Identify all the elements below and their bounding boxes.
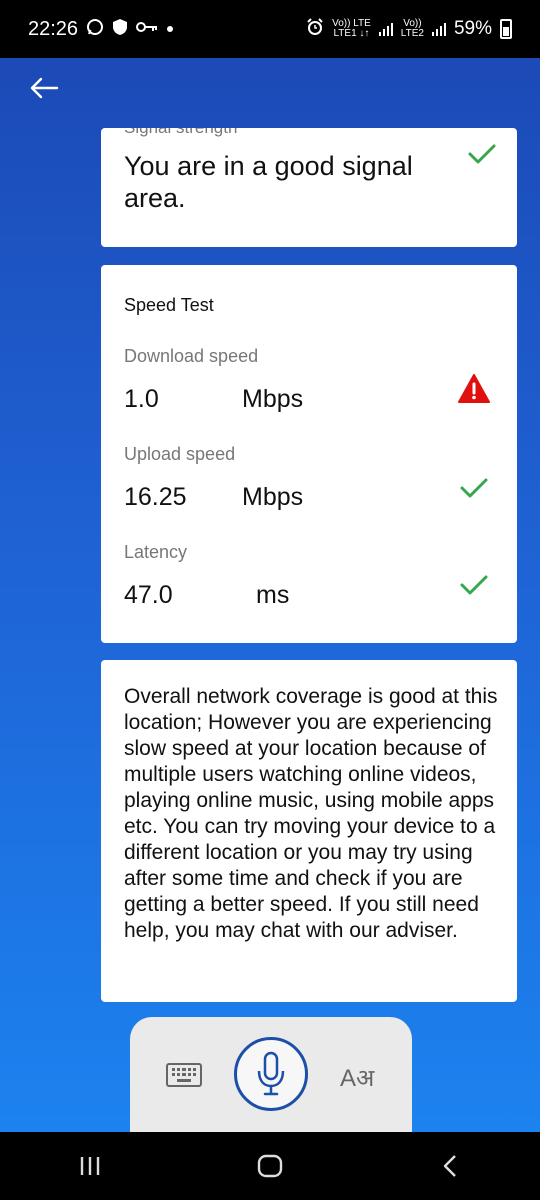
recents-button[interactable]	[60, 1141, 120, 1191]
alarm-icon	[306, 18, 324, 40]
shield-icon	[112, 18, 128, 40]
latency-label: Latency	[124, 542, 188, 562]
system-back-button[interactable]	[420, 1141, 480, 1191]
network-advice-card: Overall network coverage is good at this…	[101, 660, 517, 1002]
battery-icon	[500, 19, 512, 39]
signal-strength-card: Signal strength You are in a good signal…	[101, 128, 517, 247]
download-label: Download speed	[124, 346, 259, 366]
input-bar: Aअ	[130, 1017, 412, 1137]
back-chevron-icon	[443, 1155, 456, 1177]
download-value: 1.0	[124, 385, 159, 413]
signal-strength-label: Signal strength	[124, 128, 237, 138]
notification-dot-icon	[166, 21, 174, 37]
check-icon	[459, 474, 489, 508]
arrow-left-icon	[30, 77, 59, 99]
warning-icon	[457, 373, 491, 405]
home-icon	[257, 1154, 283, 1178]
battery-percent: 59%	[453, 18, 492, 39]
sim2-network: Vo)) LTE2	[401, 19, 424, 39]
speed-test-title: Speed Test	[124, 295, 214, 315]
status-right: Vo)) LTE LTE1 ↓↑ Vo)) LTE2 59%	[306, 18, 512, 40]
advice-text: Overall network coverage is good at this…	[124, 685, 498, 942]
keyboard-icon[interactable]	[166, 1063, 202, 1087]
upload-label: Upload speed	[124, 444, 236, 464]
microphone-button[interactable]	[234, 1037, 308, 1111]
system-nav-bar	[0, 1132, 540, 1200]
signal-message: You are in a good signal area.	[124, 151, 413, 213]
status-bar: 22:26 Vo)) LTE LTE1 ↓↑ Vo)) LTE2 59%	[0, 0, 540, 58]
signal-bars-icon	[378, 22, 393, 36]
upload-unit: Mbps	[242, 483, 304, 511]
latency-value: 47.0	[124, 581, 173, 609]
download-unit: Mbps	[242, 385, 304, 413]
back-button[interactable]	[24, 70, 64, 106]
microphone-icon	[257, 1051, 285, 1096]
status-left: 22:26	[28, 18, 174, 41]
sim1-bottom: LTE1 ↓↑	[333, 28, 370, 39]
check-icon	[459, 571, 489, 605]
signal-bars-icon	[431, 22, 446, 36]
speed-test-card: Speed Test Download speed 1.0 Mbps Uploa…	[101, 265, 517, 643]
upload-value: 16.25	[124, 483, 187, 511]
check-icon	[467, 140, 497, 174]
sim2-bottom: LTE2	[400, 28, 424, 39]
sim1-network: Vo)) LTE LTE1 ↓↑	[332, 19, 371, 39]
language-toggle-button[interactable]: Aअ	[340, 1061, 374, 1094]
home-button[interactable]	[240, 1141, 300, 1191]
whatsapp-icon	[86, 18, 104, 40]
latency-unit: ms	[256, 581, 290, 609]
status-time: 22:26	[28, 17, 79, 40]
recents-icon	[80, 1157, 100, 1175]
key-icon	[136, 21, 158, 37]
